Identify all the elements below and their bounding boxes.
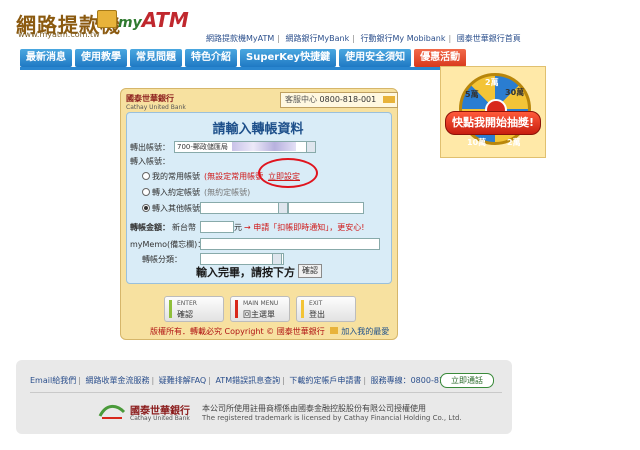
wheel-label: 30萬	[505, 88, 525, 97]
enter-button[interactable]: ENTER 確認	[164, 296, 224, 322]
enter-label-zh: 確認	[177, 310, 193, 319]
nav-divider	[20, 67, 512, 70]
confirm-instruction: 輸入完畢，請按下方	[196, 266, 295, 279]
site-url: www.myatm.com.tw	[18, 30, 100, 39]
main-nav: 最新消息 使用教學 常見問題 特色介紹 SuperKey快捷鍵 使用安全須知 優…	[20, 49, 467, 67]
service-phone: 0800-818-001	[319, 95, 377, 104]
amount-currency: 新台幣	[172, 223, 196, 232]
phone-icon	[382, 96, 395, 103]
form-title: 請輸入轉帳資料	[212, 122, 304, 137]
service-label: 客服中心	[285, 95, 317, 104]
bank-name-en: Cathay United Bank	[126, 104, 186, 111]
favorite-icon	[330, 327, 339, 334]
footer-link-email[interactable]: Email給我們	[30, 376, 76, 385]
option-common-note: (無設定常用帳號	[204, 172, 264, 181]
bank-code-select[interactable]	[200, 202, 280, 214]
main-menu-accent	[235, 300, 238, 318]
memo-label: myMemo(備忘欄)：	[130, 240, 206, 249]
myatm-logo[interactable]: myATM	[118, 8, 189, 32]
add-favorite-link[interactable]: 加入我的最愛	[341, 327, 389, 336]
footer-links: Email給我們 | 網路收單金流服務 | 疑難排解FAQ | ATM錯誤訊息查詢 | …	[30, 376, 468, 385]
option-agreed-note: (無約定帳號)	[204, 188, 251, 197]
exit-button[interactable]: EXIT 登出	[296, 296, 356, 322]
call-now-button[interactable]: 立即通話	[440, 373, 494, 388]
radio-agreed-account[interactable]	[142, 188, 150, 196]
enter-accent	[169, 300, 172, 318]
wheel-label: 2萬	[507, 138, 521, 147]
cathay-tree-icon	[98, 405, 126, 419]
tab-security[interactable]: 使用安全須知	[339, 49, 412, 67]
exit-label-en: EXIT	[309, 300, 323, 307]
from-account-value: 700-郵政儲匯局	[177, 143, 228, 151]
radio-other-account[interactable]	[142, 204, 150, 212]
from-account-label: 轉出帳號：	[130, 143, 170, 152]
amount-unit: 元	[234, 223, 242, 232]
radio-common-account[interactable]	[142, 172, 150, 180]
to-account-label: 轉入帳號：	[130, 157, 170, 166]
wheel-label: 10萬	[467, 138, 487, 147]
promo-banner[interactable]: 2萬 30萬 5萬 10萬 2萬 快點我開始抽獎!	[440, 66, 546, 158]
footer-link-atm-errors[interactable]: ATM錯誤訊息查詢	[215, 376, 280, 385]
logo-word: ATM	[141, 8, 189, 32]
card-chip-icon	[97, 10, 117, 28]
chevron-down-icon[interactable]	[278, 202, 288, 214]
wheel-label: 2萬	[485, 78, 499, 87]
trademark-zh: 本公司所使用註冊商標係由國泰金融控股股份有限公司授權使用	[202, 404, 426, 413]
amount-input[interactable]	[200, 221, 234, 233]
copyright: 版權所有．轉載必究 Copyright © 國泰世華銀行 加入我的最愛	[150, 326, 389, 337]
highlight-circle	[258, 158, 318, 188]
footer-divider	[30, 392, 502, 393]
top-link-home[interactable]: 國泰世華銀行首頁	[457, 34, 521, 43]
main-menu-label-zh: 回主選單	[243, 310, 275, 319]
chevron-down-icon[interactable]	[306, 141, 316, 153]
footer-link-faq[interactable]: 疑難排解FAQ	[159, 376, 207, 385]
tab-superkey[interactable]: SuperKey快捷鍵	[240, 49, 337, 67]
top-link-myatm[interactable]: 網路提款機MyATM	[206, 34, 274, 43]
logo-prefix: my	[118, 15, 142, 31]
redacted-account	[232, 142, 296, 151]
wheel-label: 5萬	[465, 90, 479, 99]
exit-label-zh: 登出	[309, 310, 325, 319]
footer-bank-name-en: Cathay United Bank	[130, 415, 190, 422]
option-other-label: 轉入其他帳號	[152, 204, 200, 213]
enter-label-en: ENTER	[177, 300, 197, 307]
exit-accent	[301, 300, 304, 318]
footer-link-download-form[interactable]: 下載約定帳戶申請書	[289, 376, 361, 385]
notify-promo-text: 申請「扣帳即時通知」，更安心!	[253, 223, 365, 232]
confirm-mini-button[interactable]: 確認	[298, 264, 322, 278]
top-link-mybank[interactable]: 網路銀行MyBank	[286, 34, 350, 43]
tab-promotions[interactable]: 優惠活動	[414, 49, 467, 67]
amount-label: 轉帳金額：	[130, 223, 170, 232]
lottery-start-button[interactable]: 快點我開始抽獎!	[445, 111, 541, 135]
call-now-label: 立即通話	[451, 376, 483, 385]
bank-logo: 國泰世華銀行 Cathay United Bank	[126, 93, 186, 111]
top-links: 網路提款機MyATM | 網路銀行MyBank | 行動銀行My Mobibank |…	[206, 34, 521, 43]
tab-tutorial[interactable]: 使用教學	[75, 49, 127, 67]
footer	[16, 360, 512, 434]
tab-news[interactable]: 最新消息	[20, 49, 72, 67]
service-center-box[interactable]: 客服中心 0800-818-001	[280, 92, 398, 108]
tab-features[interactable]: 特色介紹	[185, 49, 237, 67]
option-common-label: 我的常用帳號	[152, 172, 200, 181]
main-menu-button[interactable]: MAIN MENU 回主選單	[230, 296, 290, 322]
bank-name-zh: 國泰世華銀行	[126, 94, 174, 103]
trademark-en: The registered trademark is licensed by …	[202, 414, 462, 422]
top-link-mobibank[interactable]: 行動銀行My Mobibank	[361, 34, 446, 43]
footer-link-payment[interactable]: 網路收單金流服務	[85, 376, 149, 385]
notify-promo-link[interactable]: → 申請「扣帳即時通知」，更安心!	[244, 222, 364, 233]
copyright-text: 版權所有．轉載必究 Copyright © 國泰世華銀行	[150, 327, 325, 336]
other-account-input[interactable]	[288, 202, 364, 214]
tab-faq[interactable]: 常見問題	[130, 49, 182, 67]
main-menu-label-en: MAIN MENU	[243, 300, 279, 307]
option-agreed-label: 轉入約定帳號	[152, 188, 200, 197]
category-label: 轉帳分類：	[142, 255, 182, 264]
memo-input[interactable]	[200, 238, 380, 250]
